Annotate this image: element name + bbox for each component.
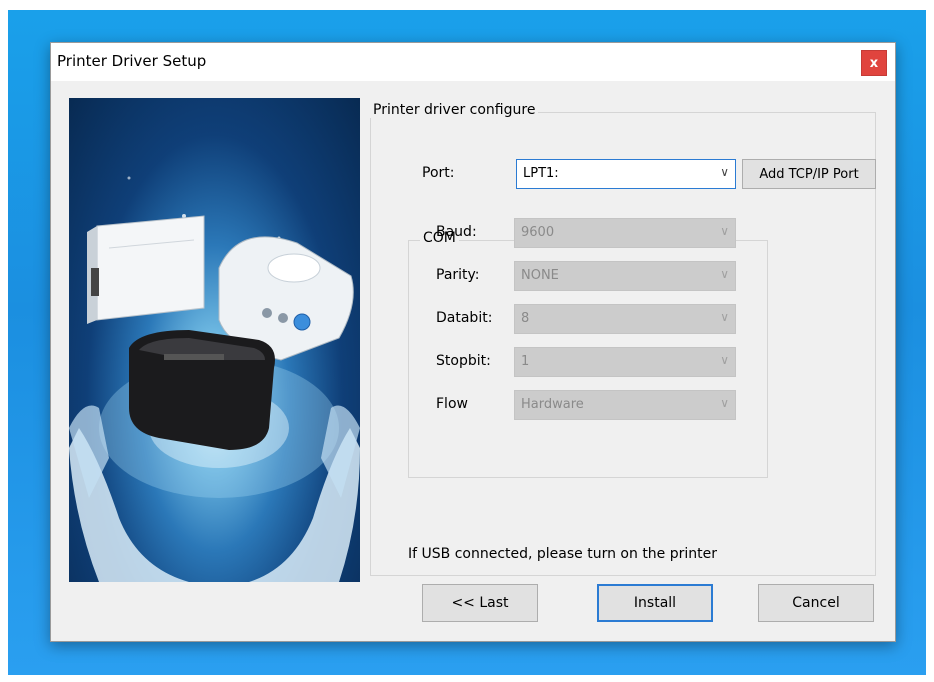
port-select[interactable]: LPT1: ∨	[516, 159, 736, 189]
parity-label: Parity:	[436, 267, 480, 283]
parity-select: NONE ∨	[514, 261, 736, 291]
databit-label: Databit:	[436, 310, 493, 326]
baud-select: 9600 ∨	[514, 218, 736, 248]
chevron-down-icon: ∨	[720, 165, 729, 179]
close-button[interactable]: x	[861, 50, 887, 76]
flow-select: Hardware ∨	[514, 390, 736, 420]
kiosk-printer-shape	[87, 215, 205, 324]
chevron-down-icon: ∨	[720, 353, 729, 367]
databit-select: 8 ∨	[514, 304, 736, 334]
window-title: Printer Driver Setup	[57, 52, 207, 70]
title-bar: Printer Driver Setup x	[51, 43, 895, 81]
flow-label: Flow	[436, 396, 468, 412]
printer-config-group-label: Printer driver configure	[370, 102, 539, 118]
stopbit-select-value: 1	[521, 354, 530, 369]
close-icon: x	[869, 55, 879, 71]
port-select-value: LPT1:	[523, 166, 559, 181]
flow-select-value: Hardware	[521, 397, 584, 412]
parity-select-value: NONE	[521, 268, 559, 283]
usb-hint-text: If USB connected, please turn on the pri…	[408, 546, 718, 562]
chevron-down-icon: ∨	[720, 224, 729, 238]
install-button[interactable]: Install	[597, 584, 713, 622]
thermal-printer-shape	[129, 330, 275, 450]
add-tcp-ip-port-button[interactable]: Add TCP/IP Port	[742, 159, 876, 189]
port-label: Port:	[422, 165, 455, 181]
stopbit-label: Stopbit:	[436, 353, 491, 369]
cancel-button[interactable]: Cancel	[758, 584, 874, 622]
printer-illustration	[69, 176, 360, 582]
databit-select-value: 8	[521, 311, 530, 326]
printer-product-image	[69, 98, 360, 582]
chevron-down-icon: ∨	[720, 396, 729, 410]
chevron-down-icon: ∨	[720, 310, 729, 324]
stopbit-select: 1 ∨	[514, 347, 736, 377]
last-button[interactable]: << Last	[422, 584, 538, 622]
baud-select-value: 9600	[521, 225, 555, 240]
chevron-down-icon: ∨	[720, 267, 729, 281]
baud-label: Baud:	[436, 224, 477, 240]
